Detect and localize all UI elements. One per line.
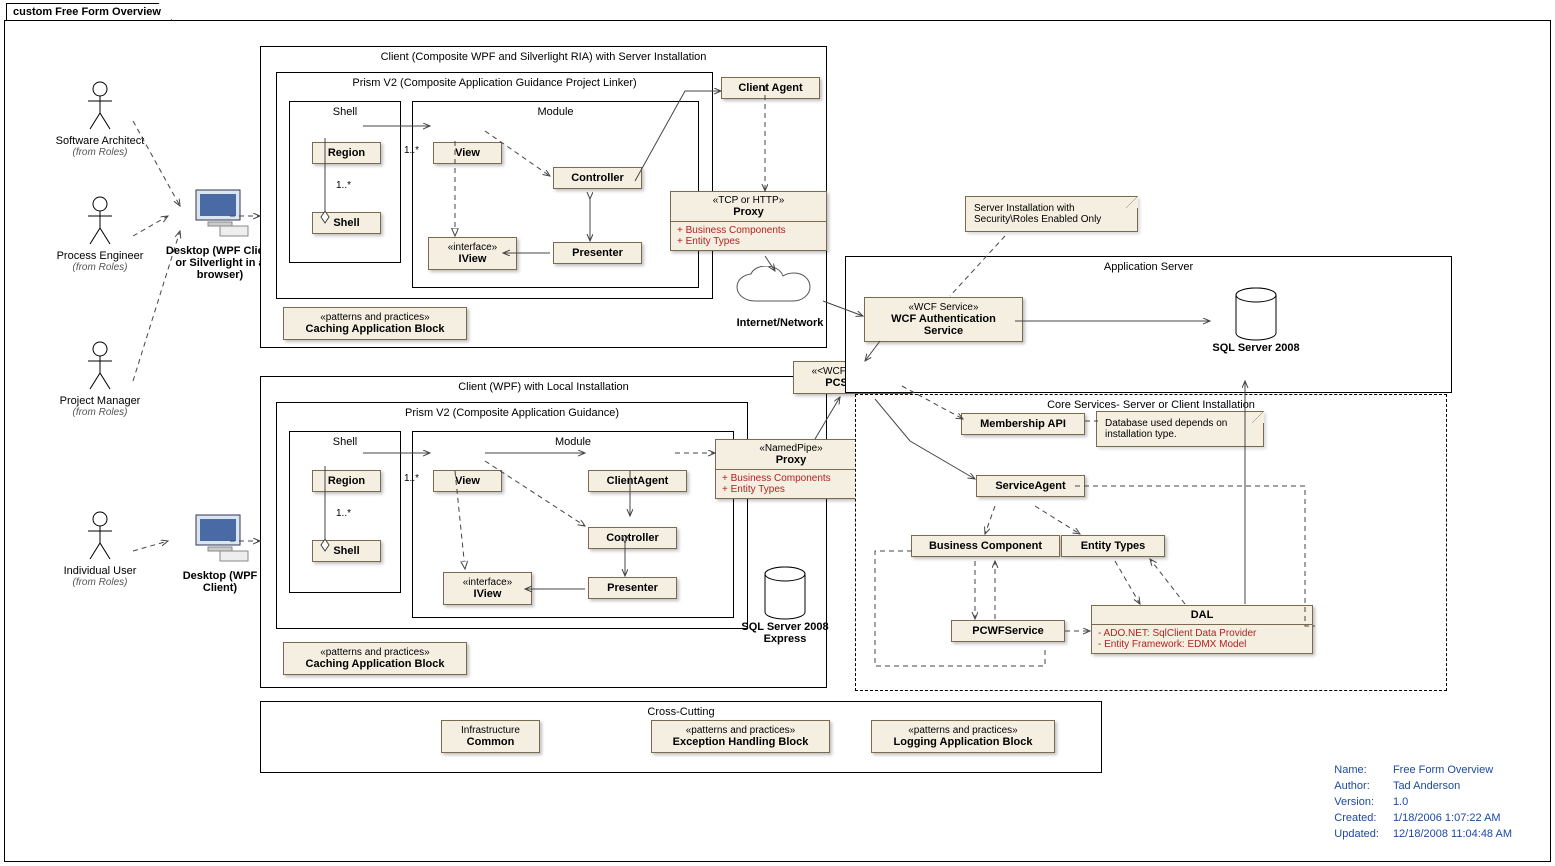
box-region2: Region xyxy=(312,470,381,492)
multiplicity: 1..* xyxy=(404,145,419,156)
box-bc: Business Component xyxy=(911,535,1060,557)
box-view1: View xyxy=(433,142,502,164)
frame-module2: Module View ClientAgent Controller «inte… xyxy=(412,431,734,618)
box-logging: «patterns and practices»Logging Applicat… xyxy=(871,720,1055,753)
frame-title: Prism V2 (Composite Application Guidance… xyxy=(405,407,619,419)
box-proxy-tcp: «TCP or HTTP»Proxy + Business Components… xyxy=(670,191,827,251)
cloud-internet: Internet/Network xyxy=(725,266,835,329)
box-wcf-auth: «WCF Service»WCF Authentication Service xyxy=(864,297,1023,342)
box-et: Entity Types xyxy=(1061,535,1165,557)
frame-crosscut: Cross-Cutting InfrastructureCommon «patt… xyxy=(260,701,1102,773)
multiplicity: 1..* xyxy=(404,473,419,484)
box-iview1: «interface»IView xyxy=(428,237,517,270)
box-cache2: «patterns and practices»Caching Applicat… xyxy=(283,642,467,675)
db-sql: SQL Server 2008 xyxy=(1211,287,1301,354)
frame-appserver: Application Server «WCF Service»WCF Auth… xyxy=(845,256,1452,393)
db-sql-express: SQL Server 2008 Express xyxy=(740,566,830,645)
frame-title: Shell xyxy=(333,106,357,118)
note-server-install: Server Installation with Security\Roles … xyxy=(965,196,1138,232)
frame-shell2: Shell Region 1..* Shell xyxy=(289,431,401,593)
frame-module1: Module View Controller «interface»IView … xyxy=(412,101,699,288)
actor-label: Software Architect xyxy=(45,135,155,147)
box-shell2: Shell xyxy=(312,540,381,562)
node-desktop-1: Desktop (WPF Client or Silverlight in a … xyxy=(165,186,275,281)
frame-prism2: Prism V2 (Composite Application Guidance… xyxy=(276,402,748,629)
actor-from: (from Roles) xyxy=(45,262,155,273)
box-membership: Membership API xyxy=(961,413,1085,435)
box-serviceagent: ServiceAgent xyxy=(976,475,1085,497)
frame-title: Client (WPF) with Local Installation xyxy=(458,381,629,393)
frame-title: Cross-Cutting xyxy=(647,706,714,718)
frame-title: Core Services- Server or Client Installa… xyxy=(1047,399,1255,411)
diagram-outer: Software Architect (from Roles) Process … xyxy=(4,20,1551,862)
frame-title: Prism V2 (Composite Application Guidance… xyxy=(352,77,636,89)
box-presenter2: Presenter xyxy=(588,577,677,599)
frame-title: Client (Composite WPF and Silverlight RI… xyxy=(381,51,707,63)
frame-coreservices: Core Services- Server or Client Installa… xyxy=(855,394,1447,691)
actor-software-architect: Software Architect (from Roles) xyxy=(45,81,155,158)
meta-table: Name:Free Form Overview Author:Tad Ander… xyxy=(1326,761,1520,843)
box-pcwf: PCWFService xyxy=(951,620,1065,642)
box-iview2: «interface»IView xyxy=(443,572,532,605)
frame-shell1: Shell Region 1..* Shell xyxy=(289,101,401,263)
note-db-depends: Database used depends on installation ty… xyxy=(1096,411,1264,447)
frame-title: Application Server xyxy=(1104,261,1193,273)
actor-project-manager: Project Manager (from Roles) xyxy=(45,341,155,418)
actor-label: Individual User xyxy=(45,565,155,577)
box-proxy-pipe: «NamedPipe»Proxy + Business Components+ … xyxy=(715,439,867,499)
db-label: SQL Server 2008 Express xyxy=(740,621,830,645)
box-dal: DAL - ADO.NET: SqlClient Data Provider- … xyxy=(1091,605,1313,654)
box-controller1: Controller xyxy=(553,167,642,189)
frame-title: Module xyxy=(555,436,591,448)
actor-label: Project Manager xyxy=(45,395,155,407)
box-region1: Region xyxy=(312,142,381,164)
node-desktop-2: Desktop (WPF Client) xyxy=(165,511,275,594)
box-shell1: Shell xyxy=(312,212,381,234)
multiplicity: 1..* xyxy=(336,180,351,191)
actor-from: (from Roles) xyxy=(45,147,155,158)
node-label: Desktop (WPF Client or Silverlight in a … xyxy=(165,245,275,281)
frame-title: Module xyxy=(537,106,573,118)
frame-prism1: Prism V2 (Composite Application Guidance… xyxy=(276,72,713,299)
box-clientagent1: Client Agent xyxy=(721,77,820,99)
box-cache1: «patterns and practices»Caching Applicat… xyxy=(283,307,467,340)
multiplicity: 1..* xyxy=(336,508,351,519)
node-label: Desktop (WPF Client) xyxy=(165,570,275,594)
box-presenter1: Presenter xyxy=(553,242,642,264)
actor-from: (from Roles) xyxy=(45,407,155,418)
box-clientagent2: ClientAgent xyxy=(588,470,687,492)
tab-title: custom Free Form Overview xyxy=(6,3,172,20)
frame-title: Shell xyxy=(333,436,357,448)
actor-process-engineer: Process Engineer (from Roles) xyxy=(45,196,155,273)
actor-individual-user: Individual User (from Roles) xyxy=(45,511,155,588)
db-label: SQL Server 2008 xyxy=(1211,342,1301,354)
box-controller2: Controller xyxy=(588,527,677,549)
actor-label: Process Engineer xyxy=(45,250,155,262)
box-common: InfrastructureCommon xyxy=(441,720,540,753)
cloud-label: Internet/Network xyxy=(725,317,835,329)
box-view2: View xyxy=(433,470,502,492)
actor-from: (from Roles) xyxy=(45,577,155,588)
box-exception: «patterns and practices»Exception Handli… xyxy=(651,720,830,753)
